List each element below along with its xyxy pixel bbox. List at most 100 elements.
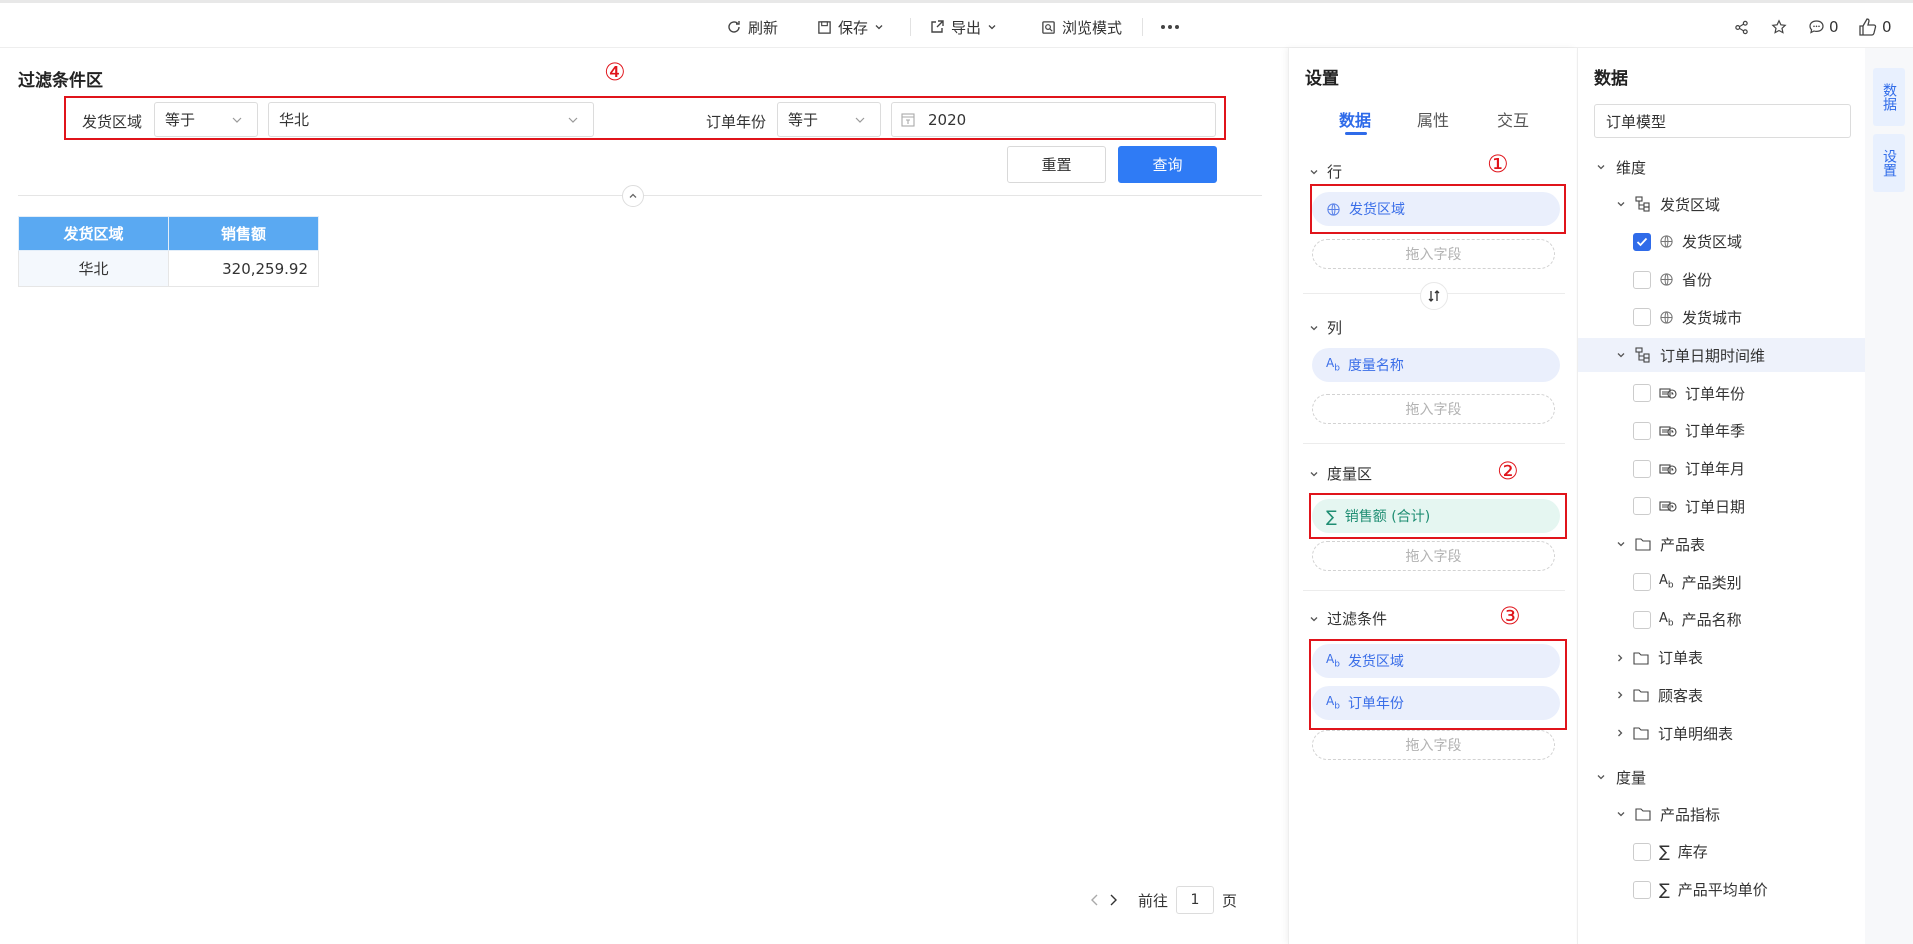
chevron-left-icon[interactable] xyxy=(1090,893,1100,907)
checkbox[interactable] xyxy=(1633,497,1651,516)
tree-field[interactable]: ∑ 库存 xyxy=(1578,835,1866,869)
measures-section-header[interactable]: 度量区 xyxy=(1309,463,1372,484)
text-type-icon: Ab xyxy=(1326,356,1340,374)
chevron-right-icon[interactable] xyxy=(1616,653,1624,663)
chevron-down-icon[interactable] xyxy=(1616,200,1626,208)
favorite-button[interactable] xyxy=(1771,16,1787,38)
checkbox[interactable] xyxy=(1633,421,1651,440)
filters-section-header[interactable]: 过滤条件 xyxy=(1309,608,1387,629)
chevron-down-icon[interactable] xyxy=(1616,540,1626,548)
comment-button[interactable]: 0 xyxy=(1808,16,1839,38)
region-operator-select[interactable]: 等于 xyxy=(154,102,258,137)
chevron-right-icon[interactable] xyxy=(1616,690,1624,700)
date-icon xyxy=(1659,462,1677,476)
tab-interaction[interactable]: 交互 xyxy=(1497,107,1529,131)
filters-drop-zone[interactable]: 拖入字段 xyxy=(1312,730,1555,760)
tree-field[interactable]: ∑ 产品平均单价 xyxy=(1578,873,1866,907)
column-header[interactable]: 销售额 xyxy=(168,216,319,251)
marker-4: ④ xyxy=(604,58,626,86)
checkbox[interactable] xyxy=(1633,880,1651,899)
tree-group[interactable]: 发货区域 xyxy=(1578,187,1866,221)
chevron-down-icon[interactable] xyxy=(1616,810,1626,818)
columns-drop-zone[interactable]: 拖入字段 xyxy=(1312,394,1555,424)
folder-icon xyxy=(1632,725,1650,741)
tree-field[interactable]: 发货区域 xyxy=(1578,225,1866,259)
column-header[interactable]: 发货区域 xyxy=(18,216,169,251)
tree-field[interactable]: 省份 xyxy=(1578,263,1866,297)
preview-mode-button[interactable]: 浏览模式 xyxy=(1041,16,1122,38)
tree-group[interactable]: 订单明细表 xyxy=(1578,716,1866,750)
checkbox[interactable] xyxy=(1633,610,1651,629)
tree-label: 库存 xyxy=(1677,843,1708,862)
result-table: 发货区域 销售额 华北 320,259.92 xyxy=(18,216,319,287)
chevron-down-icon[interactable] xyxy=(1616,351,1626,359)
tree-field[interactable]: 订单日期 xyxy=(1578,489,1866,523)
tree-field[interactable]: 订单年月 xyxy=(1578,452,1866,486)
checkbox[interactable] xyxy=(1633,459,1651,478)
checkbox[interactable] xyxy=(1633,842,1651,861)
rows-drop-zone[interactable]: 拖入字段 xyxy=(1312,239,1555,269)
share-button[interactable] xyxy=(1734,16,1749,38)
rows-section-header[interactable]: 行 xyxy=(1309,161,1342,182)
tree-field[interactable]: Ab 产品名称 xyxy=(1578,603,1866,637)
chevron-down-icon xyxy=(855,117,865,123)
model-selector[interactable]: 订单模型 xyxy=(1594,104,1851,138)
section-divider xyxy=(1303,590,1565,591)
columns-section-header[interactable]: 列 xyxy=(1309,317,1342,338)
checkbox[interactable] xyxy=(1633,308,1651,327)
column-field-pill[interactable]: Ab 度量名称 xyxy=(1312,348,1560,382)
region-value-select[interactable]: 华北 xyxy=(268,102,594,137)
tree-label: 订单年季 xyxy=(1685,422,1746,441)
tree-field[interactable]: Ab 产品类别 xyxy=(1578,565,1866,599)
filter-field-pill[interactable]: Ab 订单年份 xyxy=(1312,686,1560,720)
row-field-pill[interactable]: 发货区域 xyxy=(1312,192,1560,226)
swap-axes-button[interactable] xyxy=(1420,282,1448,310)
chevron-up-icon xyxy=(629,193,637,198)
tree-label: 产品名称 xyxy=(1681,611,1742,630)
query-button[interactable]: 查询 xyxy=(1118,146,1217,183)
year-operator-select[interactable]: 等于 xyxy=(777,102,881,137)
refresh-button[interactable]: 刷新 xyxy=(726,16,778,38)
tree-label: 发货区域 xyxy=(1682,233,1743,252)
tab-data[interactable]: 数据 xyxy=(1339,107,1371,131)
sum-icon: ∑ xyxy=(1659,880,1670,900)
globe-icon xyxy=(1327,202,1340,216)
dimension-group-header[interactable]: 维度 xyxy=(1578,150,1866,184)
checkbox[interactable] xyxy=(1633,573,1651,591)
tree-field[interactable]: 发货城市 xyxy=(1578,300,1866,334)
checkbox[interactable] xyxy=(1633,270,1651,289)
filter-bar: 发货区域 等于 华北 订单年份 等于 2020 xyxy=(64,96,1226,140)
folder-icon xyxy=(1634,806,1652,822)
reset-button[interactable]: 重置 xyxy=(1007,146,1106,183)
export-button[interactable]: 导出 xyxy=(929,16,997,38)
tree-field[interactable]: 订单年季 xyxy=(1578,414,1866,448)
chevron-right-icon[interactable] xyxy=(1616,728,1624,738)
measures-drop-zone[interactable]: 拖入字段 xyxy=(1312,541,1555,571)
tree-field[interactable]: 订单年份 xyxy=(1578,376,1866,410)
side-tab-data[interactable]: 数据 xyxy=(1873,68,1905,126)
side-tab-settings[interactable]: 设置 xyxy=(1873,134,1905,192)
checkbox[interactable] xyxy=(1633,232,1651,251)
tree-group[interactable]: 产品指标 xyxy=(1578,797,1866,831)
save-button[interactable]: 保存 xyxy=(817,16,884,38)
collapse-button[interactable] xyxy=(622,185,644,207)
tab-properties[interactable]: 属性 xyxy=(1417,107,1449,131)
page-input[interactable]: 1 xyxy=(1176,886,1215,914)
tab-underline xyxy=(1345,132,1367,135)
measure-group-header[interactable]: 度量 xyxy=(1578,760,1866,794)
measure-field-pill[interactable]: ∑ 销售额 (合计) xyxy=(1312,499,1560,533)
filter-area-title: 过滤条件区 xyxy=(18,71,103,91)
checkbox[interactable] xyxy=(1633,384,1651,402)
more-button[interactable] xyxy=(1160,16,1180,38)
tree-group[interactable]: 顾客表 xyxy=(1578,678,1866,712)
year-value-input[interactable]: 2020 xyxy=(891,102,1216,137)
tree-label: 订单年月 xyxy=(1685,460,1746,479)
tree-group[interactable]: 订单日期时间维 xyxy=(1578,338,1866,373)
chevron-right-icon[interactable] xyxy=(1108,893,1118,907)
filter-field-pill[interactable]: Ab 发货区域 xyxy=(1312,644,1560,678)
comment-icon xyxy=(1809,20,1824,34)
like-button[interactable]: 0 xyxy=(1858,16,1892,38)
tree-group[interactable]: 订单表 xyxy=(1578,641,1866,675)
star-icon xyxy=(1771,19,1787,34)
tree-group[interactable]: 产品表 xyxy=(1578,527,1866,561)
